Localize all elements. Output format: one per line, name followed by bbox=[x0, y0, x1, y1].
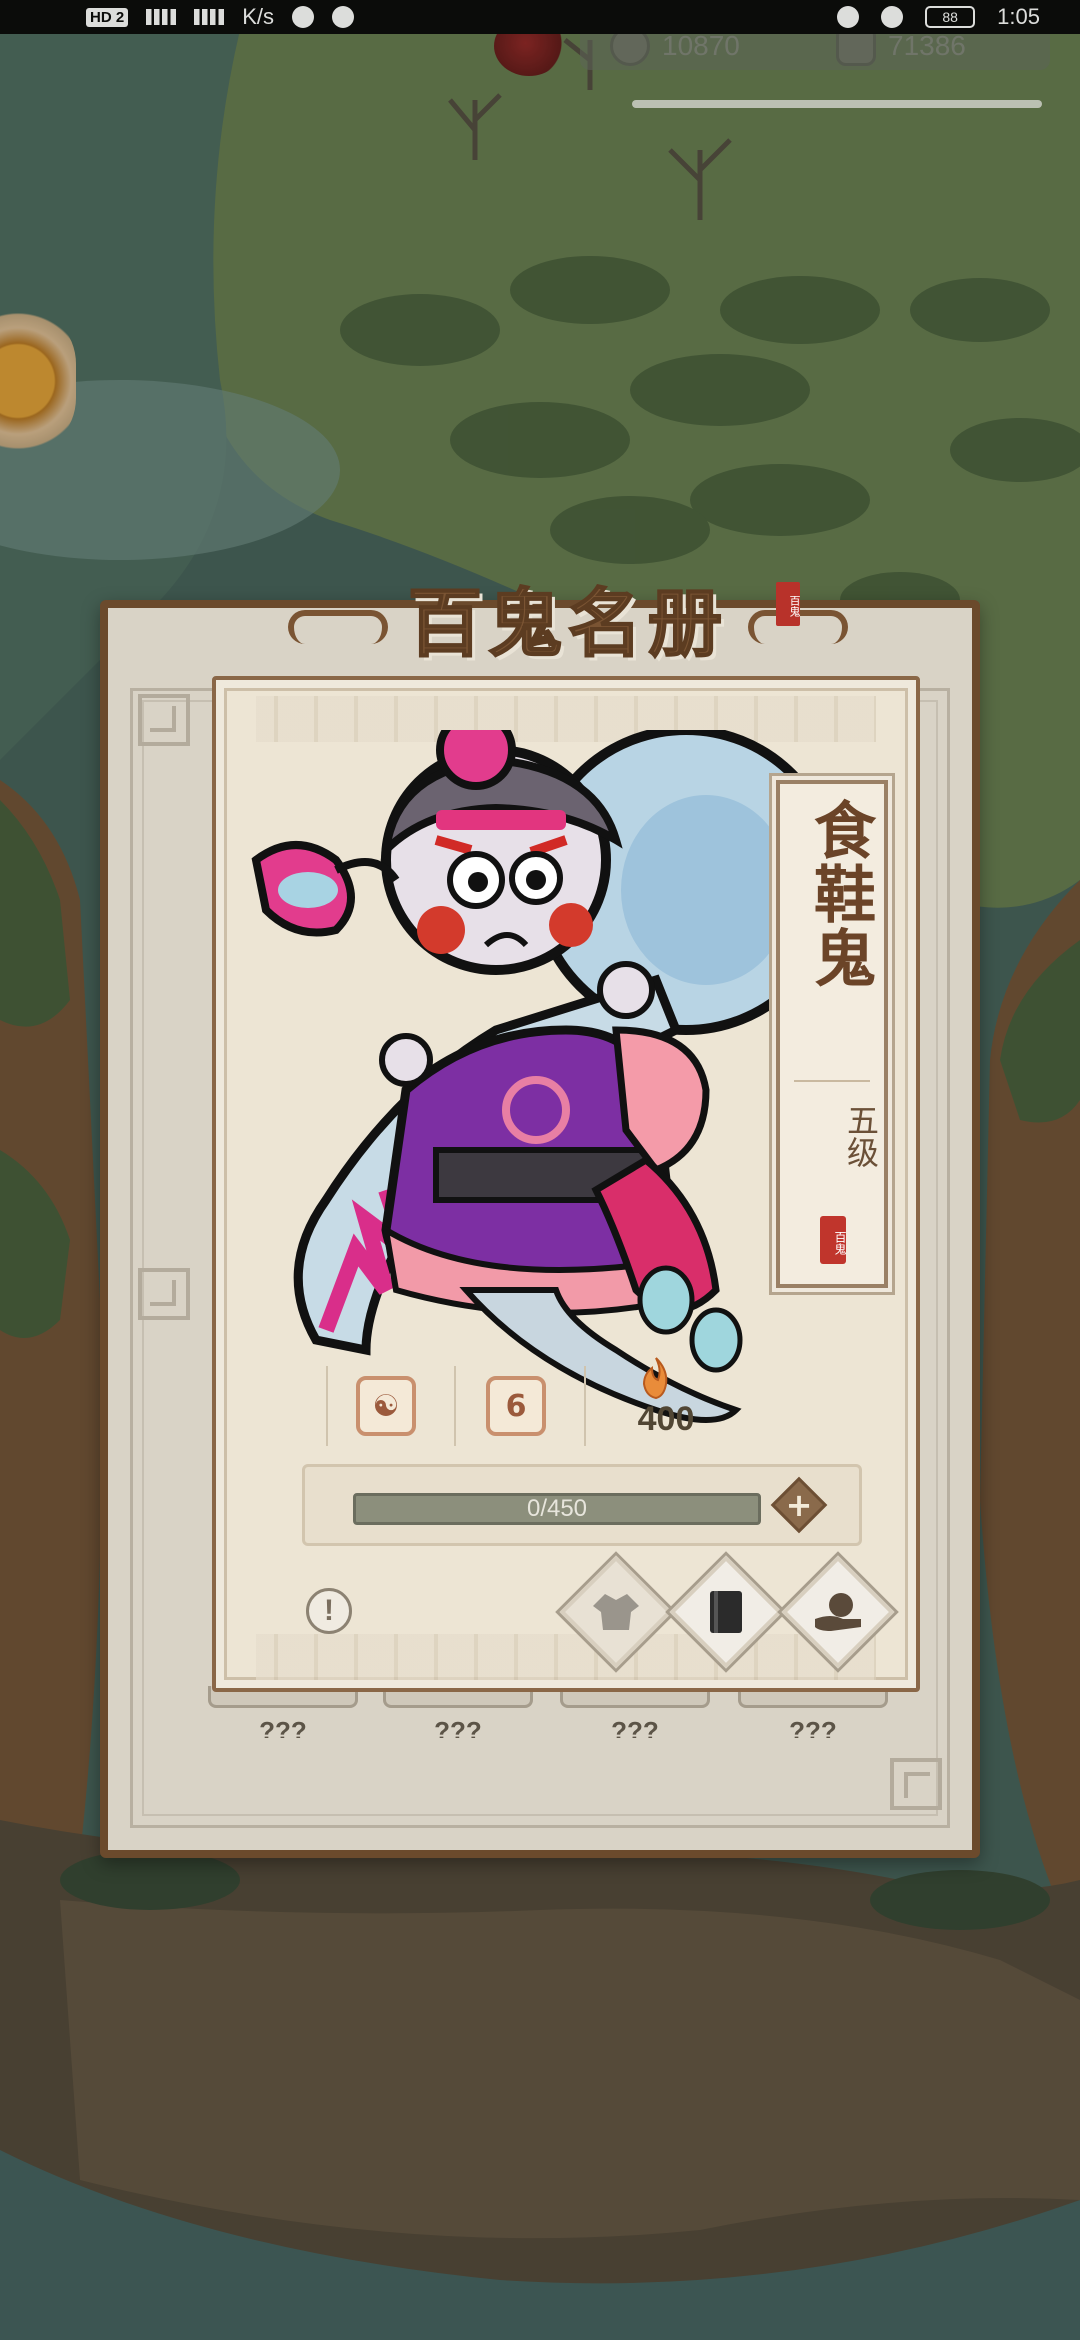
stat-type: ☯ bbox=[346, 1366, 426, 1446]
robe-icon bbox=[593, 1594, 639, 1630]
add-exp-button[interactable]: + bbox=[770, 1476, 828, 1534]
ghost-slot-label: ??? bbox=[434, 1716, 482, 1738]
ghost-seal: 百鬼 bbox=[820, 1216, 847, 1264]
corner-ornament bbox=[138, 694, 190, 746]
stat-divider bbox=[584, 1366, 586, 1446]
ghost-register-panel: 百鬼名册 百鬼 ??? ??? ??? ??? 食鞋鬼 五级 百鬼 ☯ 6 40… bbox=[100, 580, 980, 1858]
ghost-nameplate: 食鞋鬼 五级 百鬼 bbox=[776, 780, 888, 1288]
ghost-illustration bbox=[251, 730, 841, 1423]
exp-panel: 0/450 + bbox=[302, 1464, 862, 1546]
ghost-slot-label: ??? bbox=[259, 1716, 307, 1738]
shield-level-icon: 6 bbox=[486, 1376, 546, 1436]
corner-ornament bbox=[138, 1268, 190, 1320]
flame-icon bbox=[642, 1357, 668, 1400]
ghost-detail-card: 食鞋鬼 五级 百鬼 ☯ 6 400 0/450 + ! bbox=[212, 676, 920, 1692]
hand-bag-icon bbox=[815, 1593, 861, 1631]
ghost-stats: ☯ 6 400 bbox=[326, 1357, 746, 1452]
ghost-slot-label: ??? bbox=[611, 1716, 659, 1738]
ghost-list: ??? ??? ??? ??? bbox=[208, 1686, 888, 1756]
register-title: 百鬼名册 百鬼 bbox=[288, 564, 848, 668]
corner-ornament bbox=[890, 1758, 942, 1810]
ghost-slot-label: ??? bbox=[789, 1716, 837, 1738]
ghost-name: 食鞋鬼 bbox=[803, 798, 876, 990]
stat-power: 400 bbox=[616, 1357, 716, 1446]
exp-bar: 0/450 bbox=[353, 1493, 761, 1525]
stat-power-value: 400 bbox=[637, 1400, 695, 1438]
nameplate-divider bbox=[794, 1080, 870, 1082]
info-button[interactable]: ! bbox=[306, 1588, 352, 1634]
exp-text: 0/450 bbox=[526, 1495, 588, 1522]
title-seal: 百鬼 bbox=[776, 582, 801, 626]
stat-divider bbox=[454, 1366, 456, 1446]
register-title-text: 百鬼名册 bbox=[407, 580, 728, 668]
stat-divider bbox=[326, 1366, 328, 1446]
ghost-level: 五级 bbox=[842, 1104, 880, 1168]
yin-yang-icon: ☯ bbox=[356, 1376, 416, 1436]
book-icon bbox=[710, 1591, 742, 1633]
plus-icon: + bbox=[785, 1486, 813, 1524]
stat-rank: 6 bbox=[476, 1366, 556, 1446]
fret-pattern bbox=[256, 1634, 876, 1680]
